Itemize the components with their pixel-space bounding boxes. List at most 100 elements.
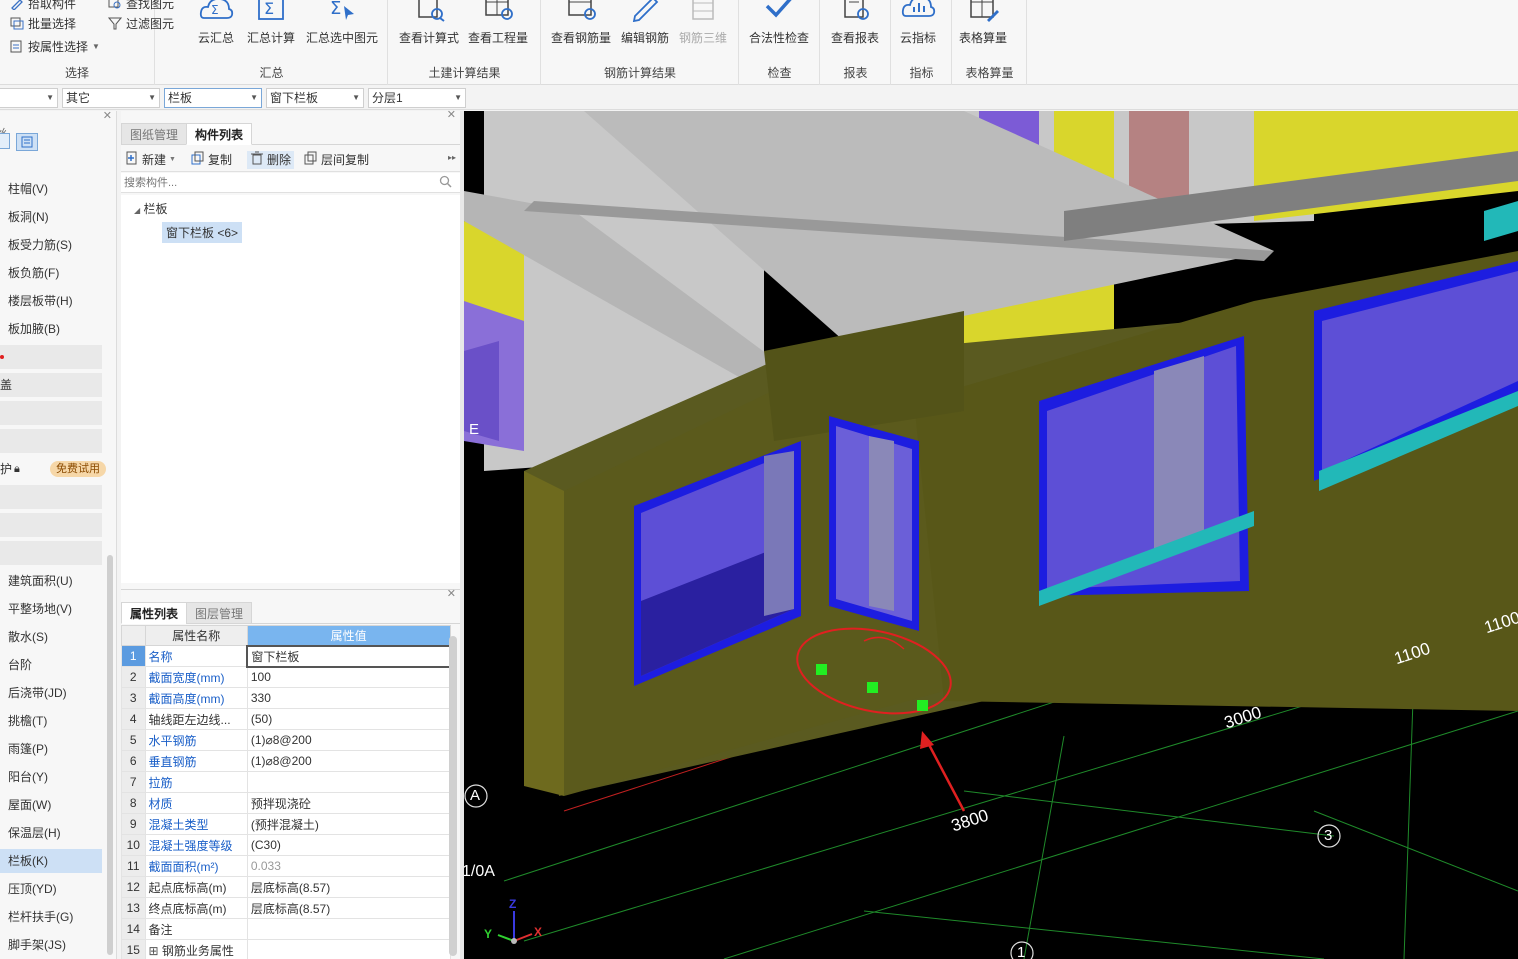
view-report-button[interactable]: 查看报表 xyxy=(831,0,879,46)
component-combo[interactable]: 窗下栏板 ▼ xyxy=(266,88,364,108)
property-row[interactable]: 5 水平钢筋 (1)⌀8@200 xyxy=(121,729,451,751)
props-scrollbar[interactable] xyxy=(449,636,457,956)
expand-icon[interactable]: ⊞ xyxy=(149,944,162,958)
tree-expand-icon[interactable]: ◢ xyxy=(134,206,140,215)
tree-item-window-parapet[interactable]: 窗下栏板 <6> xyxy=(162,222,243,243)
rebar-3d-button[interactable]: 钢筋三维 xyxy=(679,0,727,46)
property-row[interactable]: 11 截面面积(m²) 0.033 xyxy=(121,855,451,877)
nav-item-eave[interactable]: 挑檐(T) xyxy=(0,709,102,733)
nav-item-parapet[interactable]: 栏板(K) xyxy=(0,849,102,873)
component-type-combo[interactable]: 栏板 ▼ xyxy=(164,88,262,108)
search-icon[interactable] xyxy=(439,175,452,191)
property-row[interactable]: 10 混凝土强度等级 (C30) xyxy=(121,834,451,856)
cloud-index-button[interactable]: 云指标 xyxy=(900,0,936,46)
tab-property-list[interactable]: 属性列表 xyxy=(121,602,188,624)
edit-rebar-button[interactable]: 编辑钢筋 xyxy=(621,0,669,46)
tree-root-parapet[interactable]: ◢ 栏板 xyxy=(134,200,168,217)
nav-item-slab-main-rebar[interactable]: 板受力筋(S) xyxy=(0,233,102,257)
nav-item-steps[interactable]: 台阶 xyxy=(0,653,102,677)
property-row[interactable]: 13 终点底标高(m) 层底标高(8.57) xyxy=(121,897,451,919)
property-value[interactable]: (预拌混凝土) xyxy=(246,813,451,835)
view-quantity-button[interactable]: 查看工程量 xyxy=(468,0,528,46)
nav-item-slab-hole[interactable]: 板洞(N) xyxy=(0,205,102,229)
property-value[interactable]: 预拌现浇砼 xyxy=(246,792,451,814)
nav-item-floor-strip[interactable]: 楼层板带(H) xyxy=(0,289,102,313)
property-value[interactable]: (1)⌀8@200 xyxy=(246,729,451,751)
nav-category-row[interactable] xyxy=(0,513,102,537)
property-value[interactable]: 层底标高(8.57) xyxy=(246,876,451,898)
legality-check-button[interactable]: 合法性检查 xyxy=(749,0,809,46)
property-row[interactable]: 8 材质 预拌现浇砼 xyxy=(121,792,451,814)
nav-item-apron[interactable]: 散水(S) xyxy=(0,625,102,649)
nav-item-slab-haunch[interactable]: 板加腋(B) xyxy=(0,317,102,341)
nav-item-balcony[interactable]: 阳台(Y) xyxy=(0,765,102,789)
nav-item-insulation[interactable]: 保温层(H) xyxy=(0,821,102,845)
property-row[interactable]: 2 截面宽度(mm) 100 xyxy=(121,666,451,688)
pick-component-button[interactable]: 拾取构件 xyxy=(10,0,76,12)
view-rebar-qty-button[interactable]: 查看钢筋量 xyxy=(551,0,611,46)
property-value[interactable]: 100 xyxy=(246,666,451,688)
nav-item-canopy[interactable]: 雨篷(P) xyxy=(0,737,102,761)
nav-item-column-cap[interactable]: 柱帽(V) xyxy=(0,177,102,201)
cloud-summary-button[interactable]: Σ 云汇总 xyxy=(198,0,234,46)
type-combo[interactable]: 其它 ▼ xyxy=(62,88,160,108)
property-value[interactable]: (50) xyxy=(246,708,451,730)
nav-item-coping[interactable]: 压顶(YD) xyxy=(0,877,102,901)
property-value[interactable]: (C30) xyxy=(246,834,451,856)
property-value[interactable] xyxy=(246,918,451,940)
property-row[interactable]: 9 混凝土类型 (预拌混凝土) xyxy=(121,813,451,835)
nav-category-protect[interactable]: 护 🔒︎ 免费试用 xyxy=(0,457,106,481)
nav-category-row[interactable] xyxy=(0,345,102,369)
property-row[interactable]: 3 截面高度(mm) 330 xyxy=(121,687,451,709)
property-value[interactable]: (1)⌀8@200 xyxy=(246,750,451,772)
category-combo[interactable]: ▼ xyxy=(0,88,58,108)
close-icon[interactable]: ✕ xyxy=(447,108,456,121)
property-row[interactable]: 14 备注 xyxy=(121,918,451,940)
property-value[interactable]: 0.033 xyxy=(246,855,451,877)
orientation-gizmo[interactable]: Z X Y xyxy=(480,897,550,951)
tab-component-list[interactable]: 构件列表 xyxy=(186,123,253,145)
nav-item-slab-negative-rebar[interactable]: 板负筋(F) xyxy=(0,261,102,285)
property-row[interactable]: 1 名称 窗下栏板 xyxy=(121,644,451,668)
free-trial-badge[interactable]: 免费试用 xyxy=(50,461,106,477)
property-row[interactable]: 12 起点底标高(m) 层底标高(8.57) xyxy=(121,876,451,898)
property-value[interactable] xyxy=(246,771,451,793)
nav-category-row[interactable] xyxy=(0,541,102,565)
tab-layer-management[interactable]: 图层管理 xyxy=(186,602,253,624)
nav-category-cover[interactable]: 盖 xyxy=(0,373,102,397)
copy-component-button[interactable]: 复制 xyxy=(191,151,232,169)
layer-combo[interactable]: 分层1 ▼ xyxy=(368,88,466,108)
summary-calc-button[interactable]: Σ 汇总计算 xyxy=(247,0,295,46)
property-row[interactable]: 6 垂直钢筋 (1)⌀8@200 xyxy=(121,750,451,772)
floor-copy-button[interactable]: 层间复制 xyxy=(304,151,369,169)
nav-category-row[interactable] xyxy=(0,485,102,509)
nav-item-scaffold[interactable]: 脚手架(JS) xyxy=(0,933,102,957)
search-input[interactable] xyxy=(121,173,421,193)
summary-selected-button[interactable]: Σ 汇总选中图元 xyxy=(306,0,378,46)
grip-point-start[interactable] xyxy=(816,664,827,675)
3d-viewport[interactable]: 3800 3000 1100 1100 E A 1/0A 3 1 Z X Y xyxy=(464,111,1518,959)
property-row[interactable]: 15 ⊞ 钢筋业务属性 xyxy=(121,939,451,959)
list-view-icon[interactable] xyxy=(0,133,10,149)
close-icon[interactable]: ✕ xyxy=(103,111,112,122)
nav-category-row[interactable] xyxy=(0,429,102,453)
nav-category-row[interactable] xyxy=(0,401,102,425)
nav-item-roof[interactable]: 屋面(W) xyxy=(0,793,102,817)
nav-item-site-leveling[interactable]: 平整场地(V) xyxy=(0,597,102,621)
more-tools-icon[interactable]: ▸▸ xyxy=(448,153,456,162)
property-value[interactable]: 330 xyxy=(246,687,451,709)
property-row[interactable]: 7 拉筋 xyxy=(121,771,451,793)
delete-component-button[interactable]: 删除 xyxy=(247,151,295,169)
view-formula-button[interactable]: 查看计算式 xyxy=(399,0,459,46)
property-value[interactable]: 层底标高(8.57) xyxy=(246,897,451,919)
close-icon[interactable]: ✕ xyxy=(447,587,456,600)
tab-drawing-management[interactable]: 图纸管理 xyxy=(121,123,188,145)
nav-item-building-area[interactable]: 建筑面积(U) xyxy=(0,569,102,593)
property-value[interactable]: 窗下栏板 xyxy=(246,644,451,668)
select-by-attribute-button[interactable]: 按属性选择 ▼ xyxy=(10,38,100,55)
nav-item-railing[interactable]: 栏杆扶手(G) xyxy=(0,905,102,929)
nav-scrollbar[interactable] xyxy=(107,555,113,955)
detail-view-icon[interactable] xyxy=(16,133,38,151)
grip-point-end[interactable] xyxy=(917,700,928,711)
grip-point-mid[interactable] xyxy=(867,682,878,693)
